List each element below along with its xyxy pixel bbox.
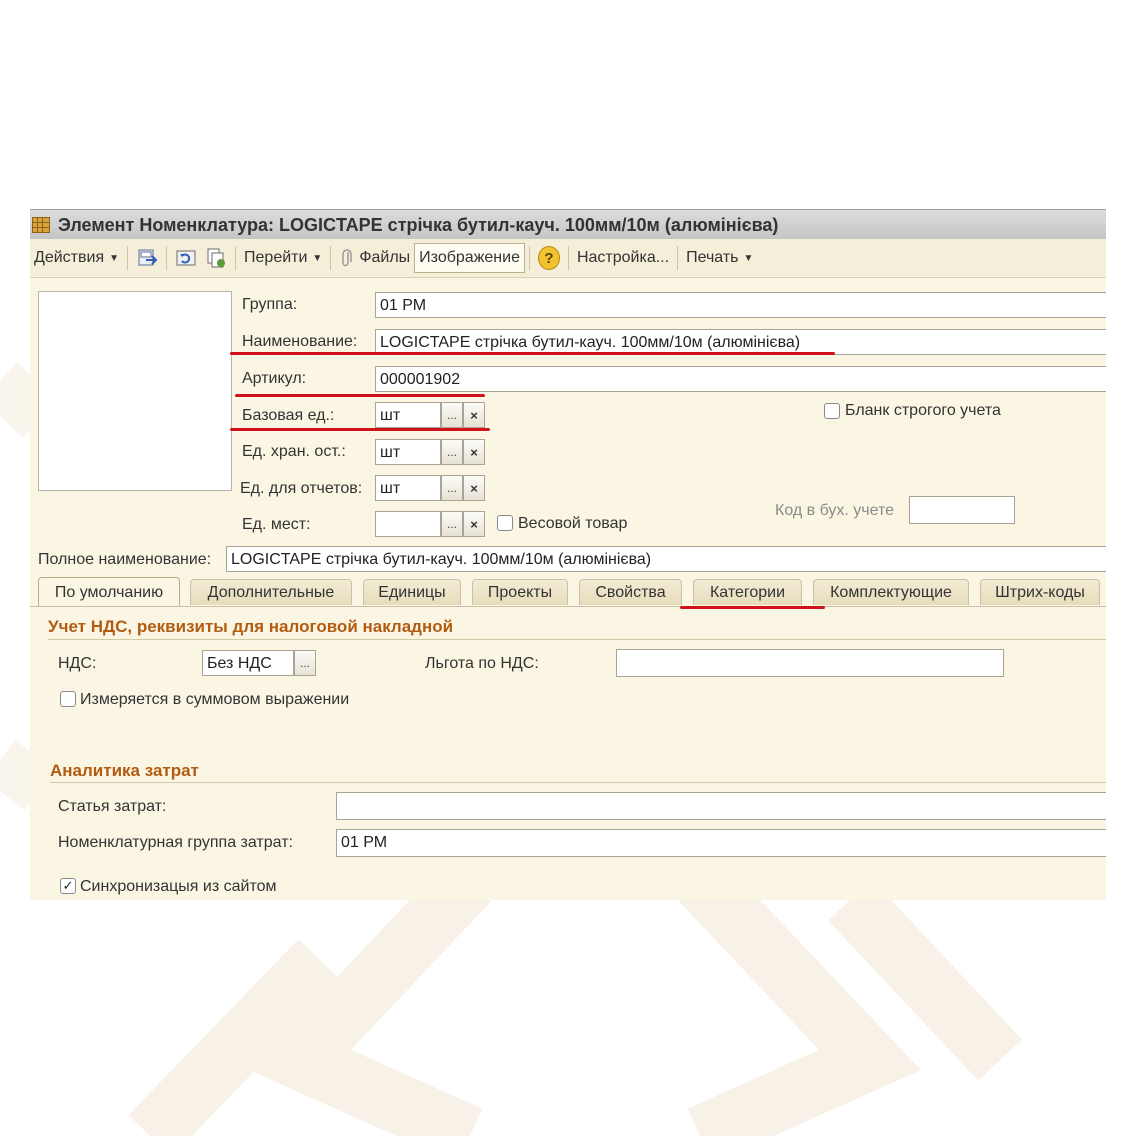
tab-categories[interactable]: Категории <box>693 579 802 605</box>
highlight-underline <box>235 394 485 397</box>
image-label: Изображение <box>419 249 520 266</box>
window-title: Элемент Номенклатура: LOGICTAPE стрічка … <box>58 214 779 235</box>
report-unit-label: Ед. для отчетов: <box>240 480 363 497</box>
toolbar: Действия ▼ Перейти ▼ Файлы Изображение ? <box>30 239 1106 278</box>
cost-group-field[interactable]: 01 РМ <box>336 829 1106 857</box>
sync-label: Синхронизацыя из сайтом <box>80 878 277 895</box>
cost-group-label: Номенклатурная группа затрат: <box>58 834 293 851</box>
files-button[interactable]: Файлы <box>335 243 414 273</box>
highlight-underline <box>230 428 490 431</box>
image-button[interactable]: Изображение <box>414 243 525 273</box>
goto-label: Перейти <box>244 249 308 266</box>
report-unit-select-button[interactable]: ... <box>441 475 463 501</box>
place-unit-clear-button[interactable]: × <box>463 511 485 537</box>
vat-label: НДС: <box>58 655 97 672</box>
article-field[interactable]: 000001902 <box>375 366 1106 392</box>
toolbar-separator <box>528 246 530 270</box>
base-unit-select-button[interactable]: ... <box>441 402 463 428</box>
files-label: Файлы <box>359 249 411 266</box>
tab-units[interactable]: Единицы <box>363 579 461 605</box>
toolbar-separator <box>235 246 237 270</box>
report-unit-field[interactable]: шт <box>375 475 441 501</box>
base-unit-field[interactable]: шт <box>375 402 441 428</box>
sum-measure-checkbox[interactable] <box>60 691 76 707</box>
paperclip-icon <box>342 249 353 267</box>
name-label: Наименование: <box>242 333 358 350</box>
tab-projects[interactable]: Проекты <box>472 579 568 605</box>
sum-measure-label: Измеряется в суммовом выражении <box>80 691 350 708</box>
vat-select-button[interactable]: ... <box>294 650 316 676</box>
place-unit-select-button[interactable]: ... <box>441 511 463 537</box>
save-close-button[interactable] <box>136 247 158 269</box>
save-close-icon <box>138 249 158 266</box>
toolbar-separator <box>677 246 679 270</box>
sync-checkbox[interactable]: ✓ <box>60 878 76 894</box>
print-menu-button[interactable]: Печать ▼ <box>682 243 757 273</box>
tab-barcodes[interactable]: Штрих-коды <box>980 579 1100 605</box>
cost-section-title: Аналитика затрат <box>50 761 199 780</box>
vat-section-title: Учет НДС, реквизиты для налоговой наклад… <box>48 617 454 636</box>
group-field[interactable]: 01 РМ <box>375 292 1106 318</box>
report-unit-clear-button[interactable]: × <box>463 475 485 501</box>
refresh-icon <box>176 250 196 266</box>
settings-label: Настройка... <box>576 249 670 266</box>
place-unit-field[interactable] <box>375 511 441 537</box>
catalog-icon <box>32 217 50 233</box>
tab-default[interactable]: По умолчанию <box>38 577 180 607</box>
dropdown-arrow-icon: ▼ <box>743 252 754 264</box>
dropdown-arrow-icon: ▼ <box>312 252 323 264</box>
copy-icon <box>207 248 226 268</box>
cost-item-label: Статья затрат: <box>58 798 167 815</box>
toolbar-separator <box>166 246 168 270</box>
item-picture-box[interactable] <box>38 291 232 491</box>
tab-strip: По умолчанию Дополнительные Единицы Прое… <box>30 577 1106 607</box>
section-divider <box>50 782 1106 783</box>
tab-baseline <box>30 606 1106 607</box>
section-divider <box>48 639 1106 640</box>
strict-form-label: Бланк строгого учета <box>845 402 1001 419</box>
tab-additional[interactable]: Дополнительные <box>190 579 352 605</box>
cost-item-field[interactable] <box>336 792 1106 820</box>
toolbar-separator <box>127 246 129 270</box>
storage-unit-clear-button[interactable]: × <box>463 439 485 465</box>
help-button[interactable]: ? <box>537 246 560 270</box>
print-label: Печать <box>686 249 739 266</box>
storage-unit-label: Ед. хран. ост.: <box>242 443 346 460</box>
base-unit-label: Базовая ед.: <box>242 407 335 424</box>
highlight-underline <box>680 606 825 609</box>
window-title-bar: Элемент Номенклатура: LOGICTAPE стрічка … <box>30 209 1106 240</box>
item-form-window: Элемент Номенклатура: LOGICTAPE стрічка … <box>30 209 1106 900</box>
weight-item-label: Весовой товар <box>518 515 628 532</box>
toolbar-separator <box>567 246 569 270</box>
copy-button[interactable] <box>205 247 227 269</box>
vat-field[interactable]: Без НДС <box>202 650 294 676</box>
highlight-underline <box>230 352 835 355</box>
settings-button[interactable]: Настройка... <box>573 243 673 273</box>
actions-label: Действия <box>34 249 105 266</box>
full-name-field[interactable]: LOGICTAPE стрічка бутил-кауч. 100мм/10м … <box>226 546 1106 572</box>
group-label: Группа: <box>242 296 298 313</box>
tab-properties[interactable]: Свойства <box>579 579 682 605</box>
storage-unit-select-button[interactable]: ... <box>441 439 463 465</box>
vat-benefit-label: Льгота по НДС: <box>425 655 539 672</box>
accounting-code-label: Код в бух. учете <box>775 502 895 519</box>
refresh-button[interactable] <box>175 247 197 269</box>
strict-form-checkbox[interactable] <box>824 403 840 419</box>
toolbar-separator <box>330 246 332 270</box>
full-name-label: Полное наименование: <box>38 551 212 568</box>
accounting-code-field[interactable] <box>909 496 1015 524</box>
tab-components[interactable]: Комплектующие <box>813 579 969 605</box>
article-label: Артикул: <box>242 370 307 387</box>
help-icon: ? <box>537 246 560 270</box>
dropdown-arrow-icon: ▼ <box>109 252 120 264</box>
weight-item-checkbox[interactable] <box>497 515 513 531</box>
storage-unit-field[interactable]: шт <box>375 439 441 465</box>
base-unit-clear-button[interactable]: × <box>463 402 485 428</box>
vat-benefit-field[interactable] <box>616 649 1004 677</box>
goto-menu-button[interactable]: Перейти ▼ <box>240 243 326 273</box>
place-unit-label: Ед. мест: <box>242 516 311 533</box>
actions-menu-button[interactable]: Действия ▼ <box>30 243 123 273</box>
